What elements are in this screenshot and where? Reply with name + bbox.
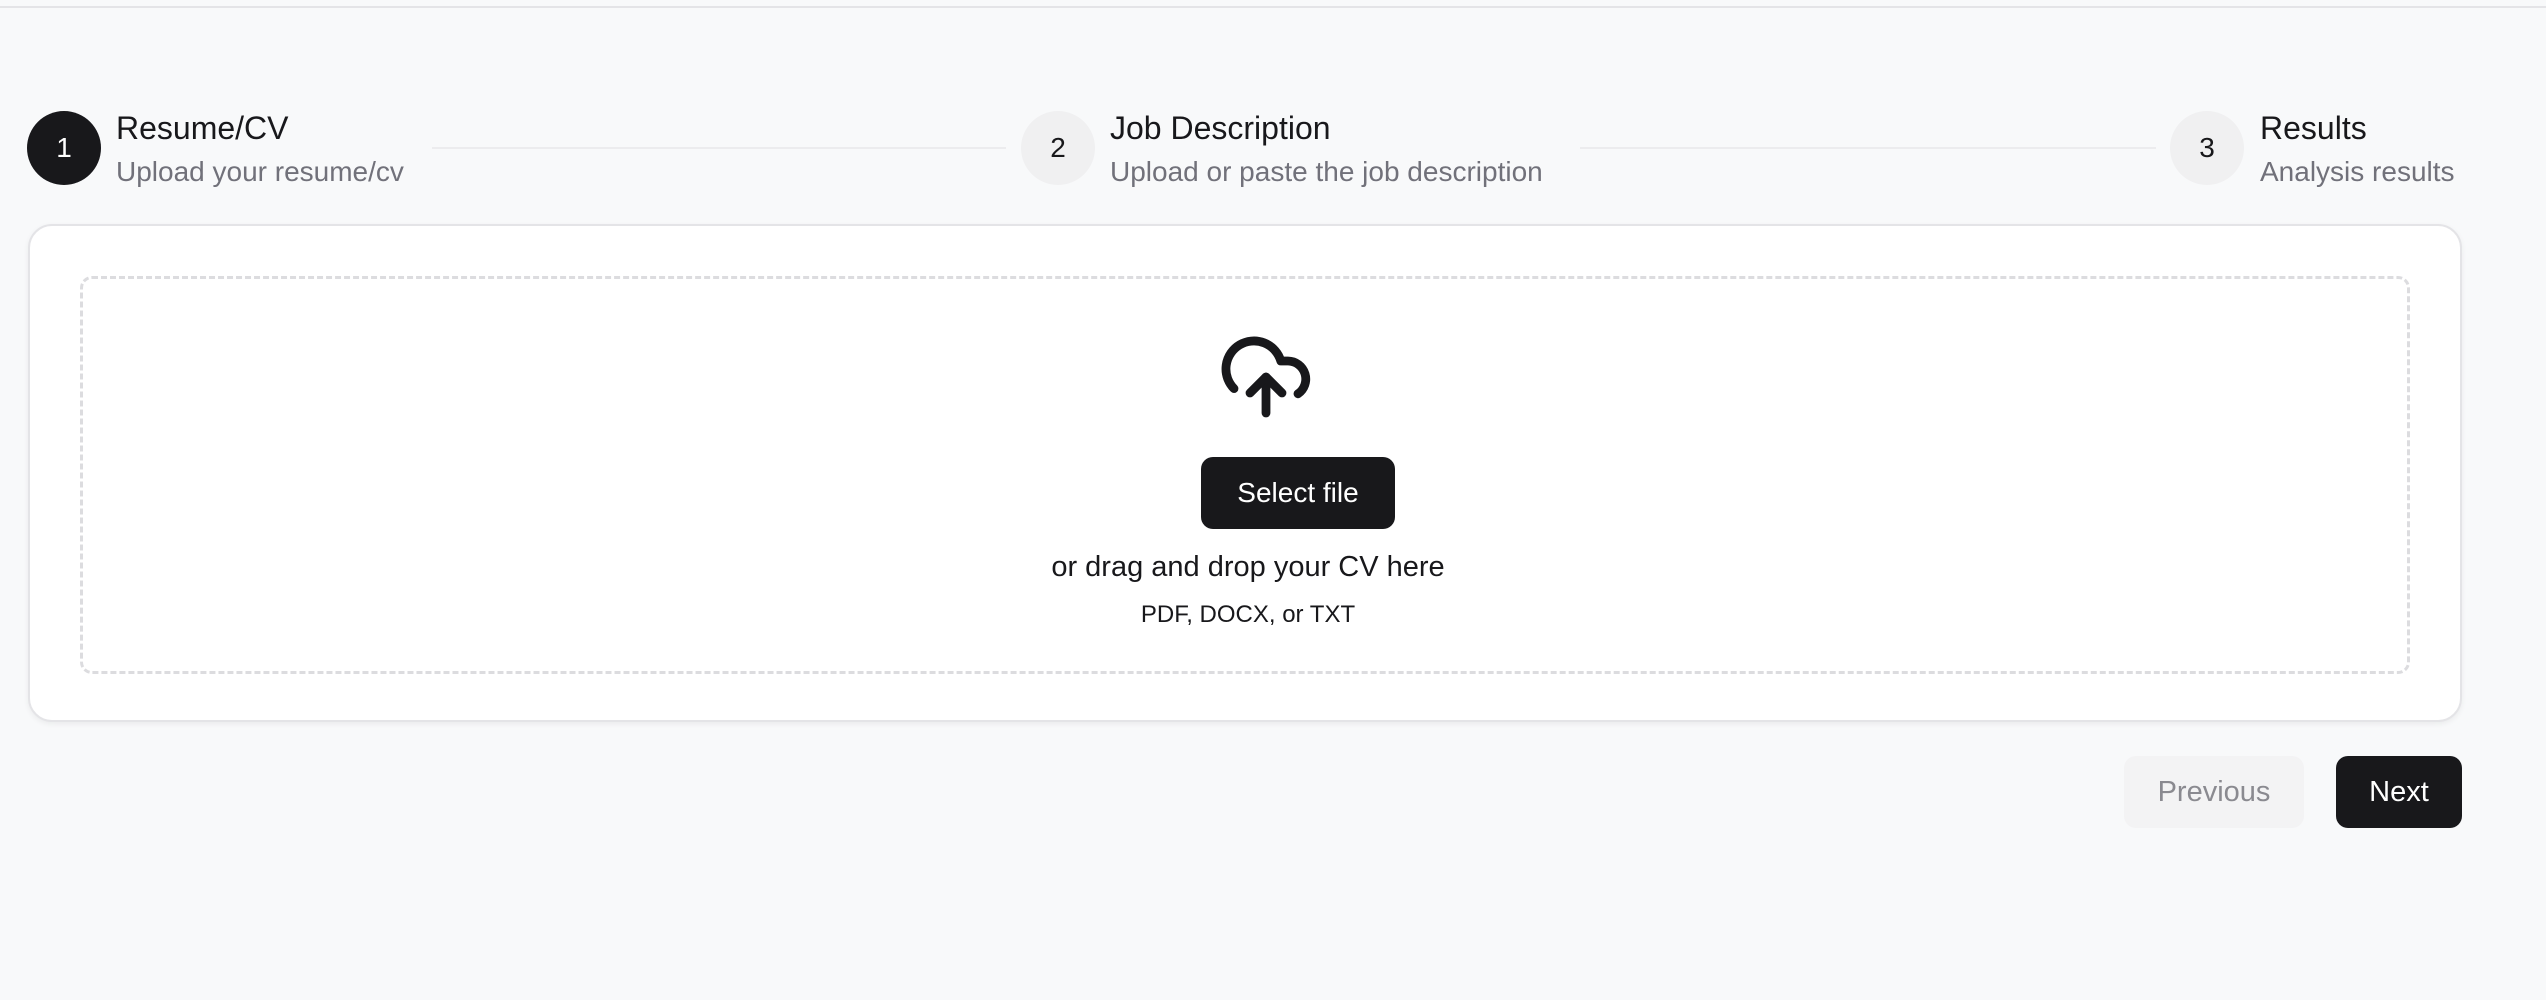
stepper: 1 Resume/CV Upload your resume/cv 2 Job … bbox=[0, 0, 2546, 220]
step-3-subtitle: Analysis results bbox=[2260, 156, 2455, 187]
step-3-number: 3 bbox=[2199, 132, 2215, 163]
step-connector bbox=[1580, 147, 2156, 149]
step-2-number: 2 bbox=[1050, 132, 1066, 163]
file-dropzone[interactable]: Select file or drag and drop your CV her… bbox=[80, 276, 2410, 674]
step-1-subtitle: Upload your resume/cv bbox=[116, 156, 404, 187]
drag-drop-hint: or drag and drop your CV here bbox=[1051, 551, 1445, 583]
step-2-indicator: 2 bbox=[1021, 111, 1095, 185]
step-3-title: Results bbox=[2260, 110, 2367, 146]
step-1-number: 1 bbox=[56, 132, 72, 163]
step-2-subtitle: Upload or paste the job description bbox=[1110, 156, 1543, 187]
upload-card: Select file or drag and drop your CV her… bbox=[28, 224, 2462, 722]
step-3-indicator: 3 bbox=[2170, 111, 2244, 185]
step-connector bbox=[432, 147, 1006, 149]
accepted-formats: PDF, DOCX, or TXT bbox=[1140, 601, 1356, 628]
step-1-indicator: 1 bbox=[27, 111, 101, 185]
select-file-button[interactable]: Select file bbox=[1201, 457, 1395, 529]
step-2-title: Job Description bbox=[1110, 110, 1331, 146]
cloud-upload-icon bbox=[1221, 336, 1311, 418]
previous-button[interactable]: Previous bbox=[2124, 756, 2304, 828]
next-button[interactable]: Next bbox=[2336, 756, 2462, 828]
step-1-title: Resume/CV bbox=[116, 110, 289, 146]
